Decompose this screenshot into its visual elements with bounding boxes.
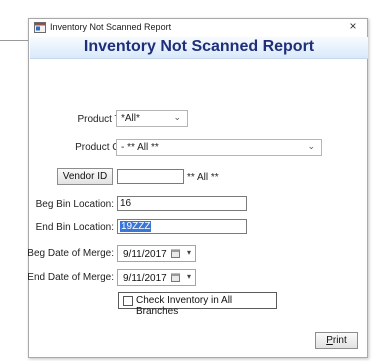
beg-bin-label: Beg Bin Location: <box>35 199 114 210</box>
app-window-icon <box>34 22 46 33</box>
checkbox-box[interactable] <box>123 296 133 306</box>
vendor-id-input[interactable] <box>117 169 184 184</box>
calendar-icon <box>171 273 180 282</box>
product-code-value: - ** All ** <box>121 142 159 153</box>
end-bin-label: End Bin Location: <box>35 222 114 233</box>
title-bar[interactable]: Inventory Not Scanned Report × <box>29 19 367 37</box>
end-bin-input[interactable]: 19ZZZ <box>117 219 247 234</box>
end-date-picker[interactable]: 9/11/2017 ▾ <box>117 269 196 286</box>
end-date-label: End Date of Merge: <box>27 272 114 283</box>
end-bin-value: 19ZZZ <box>120 221 152 232</box>
product-type-value: *All* <box>121 113 140 124</box>
check-all-branches-checkbox[interactable]: Check Inventory in All Branches <box>118 292 277 317</box>
chevron-down-icon: ⌄ <box>173 112 181 122</box>
product-type-select[interactable]: *All* ⌄ <box>116 110 188 127</box>
dropdown-arrow-icon: ▾ <box>186 248 191 257</box>
screen: Inventory Not Scanned Report × Inventory… <box>0 0 380 361</box>
check-all-branches-label: Check Inventory in All Branches <box>136 295 233 317</box>
beg-date-label: Beg Date of Merge: <box>27 248 114 259</box>
report-dialog: Inventory Not Scanned Report × Inventory… <box>27 18 368 358</box>
calendar-icon <box>171 249 180 258</box>
vendor-all-text: ** All ** <box>187 172 219 183</box>
close-icon[interactable]: × <box>345 19 361 33</box>
window-title: Inventory Not Scanned Report <box>50 22 172 32</box>
print-label-rest: rint <box>332 335 347 346</box>
vendor-id-button[interactable]: Vendor ID <box>57 168 113 185</box>
chevron-down-icon: ⌄ <box>307 141 315 151</box>
product-code-select[interactable]: - ** All ** ⌄ <box>116 139 322 156</box>
header-title: Inventory Not Scanned Report <box>83 38 315 55</box>
beg-date-value: 9/11/2017 <box>123 249 167 260</box>
print-button[interactable]: Print <box>315 332 358 349</box>
dropdown-arrow-icon: ▾ <box>186 272 191 281</box>
beg-bin-input[interactable]: 16 <box>117 196 247 211</box>
background-divider <box>0 40 28 41</box>
print-mnemonic: P <box>326 335 333 346</box>
end-date-value: 9/11/2017 <box>123 273 167 284</box>
report-header: Inventory Not Scanned Report <box>30 37 368 59</box>
beg-date-picker[interactable]: 9/11/2017 ▾ <box>117 245 196 262</box>
